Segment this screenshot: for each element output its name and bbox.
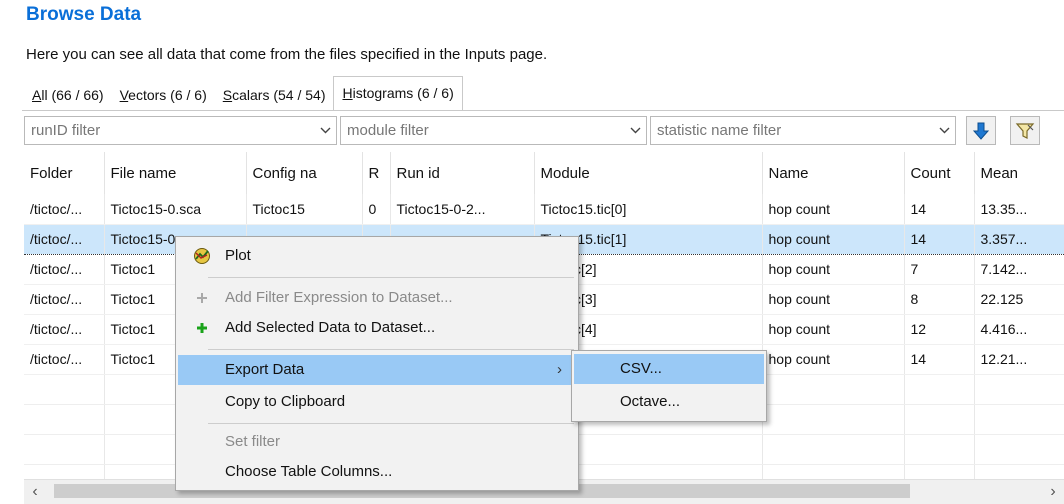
cell-config-name: Tictoc15 [246, 194, 363, 225]
column-header-mean[interactable]: Mean [974, 152, 1064, 194]
plot-icon [192, 241, 212, 271]
menu-item-label: Choose Table Columns... [225, 463, 393, 480]
plus-icon [192, 313, 212, 343]
cell-name: hop count [762, 314, 905, 345]
run-id-filter-input[interactable] [25, 117, 310, 144]
cell-folder: /tictoc/... [24, 314, 105, 345]
cell-count: 7 [904, 254, 975, 285]
cell-file-name: Tictoc15-0.sca [104, 194, 247, 225]
cell-folder: /tictoc/... [24, 254, 105, 285]
chevron-down-icon[interactable] [314, 117, 336, 144]
cell-count: 14 [904, 194, 975, 225]
menu-item-export-data[interactable]: Export Data › [178, 355, 576, 385]
menu-item-label: Export Data [225, 361, 305, 378]
cell-mean: 22.125 [974, 284, 1064, 315]
cell-count: 14 [904, 223, 975, 255]
cell-folder: /tictoc/... [24, 194, 105, 225]
tab-all[interactable]: All (66 / 66) [24, 80, 112, 110]
page-description: Here you can see all data that come from… [26, 46, 548, 63]
column-header-config-name[interactable]: Config na [246, 152, 363, 194]
cell-count: 14 [904, 344, 975, 375]
cell-folder: /tictoc/... [24, 223, 105, 255]
cell-folder: /tictoc/... [24, 284, 105, 315]
cell-name: hop count [762, 223, 905, 255]
cell-name: hop count [762, 194, 905, 225]
scroll-right-icon[interactable]: › [1042, 480, 1064, 504]
plus-icon [192, 283, 212, 313]
menu-item-add-selected-data[interactable]: Add Selected Data to Dataset... [178, 313, 576, 343]
tab-all-label: ll (66 / 66) [41, 87, 104, 103]
menu-item-plot[interactable]: Plot [178, 241, 576, 271]
menu-item-label: Octave... [620, 393, 681, 410]
menu-separator [208, 423, 574, 424]
menu-item-set-filter[interactable]: Set filter [178, 427, 576, 457]
chevron-right-icon: › [557, 361, 562, 378]
column-header-file-name[interactable]: File name [104, 152, 247, 194]
column-header-count[interactable]: Count [904, 152, 975, 194]
column-header-name[interactable]: Name [762, 152, 905, 194]
menu-item-label: CSV... [620, 360, 662, 377]
cell-name: hop count [762, 254, 905, 285]
export-submenu: CSV... Octave... [571, 350, 767, 422]
menu-item-label: Set filter [225, 433, 281, 450]
tab-bar: All (66 / 66) Vectors (6 / 6) Scalars (5… [24, 76, 463, 110]
cell-mean: 12.21... [974, 344, 1064, 375]
tab-vectors-label: ectors (6 / 6) [128, 87, 207, 103]
menu-item-label: Add Selected Data to Dataset... [225, 319, 436, 336]
cell-module: Tictoc15.tic[0] [534, 194, 763, 225]
tab-histograms-label: istograms (6 / 6) [352, 85, 454, 101]
advanced-filter-button[interactable] [1010, 116, 1040, 145]
module-filter-input[interactable] [341, 117, 620, 144]
cell-name: hop count [762, 344, 905, 375]
module-filter[interactable] [340, 116, 647, 145]
column-header-run-id[interactable]: Run id [390, 152, 535, 194]
cell-run-id: Tictoc15-0-2... [390, 194, 535, 225]
apply-filter-button[interactable] [966, 116, 996, 145]
cell-run-number: 0 [362, 194, 391, 225]
cell-mean: 7.142... [974, 254, 1064, 285]
arrow-down-icon [973, 122, 989, 140]
page-title: Browse Data [26, 4, 142, 25]
statistic-name-filter[interactable] [650, 116, 956, 145]
cell-mean: 13.35... [974, 194, 1064, 225]
column-header-folder[interactable]: Folder [24, 152, 105, 194]
menu-item-choose-table-columns[interactable]: Choose Table Columns... [178, 457, 576, 487]
menu-item-copy-to-clipboard[interactable]: Copy to Clipboard [178, 387, 576, 417]
table-header-row: Folder File name Config na R Run id Modu… [24, 152, 1064, 194]
tab-vectors[interactable]: Vectors (6 / 6) [112, 80, 215, 110]
tab-scalars-mnemonic: S [222, 87, 233, 103]
menu-item-label: Copy to Clipboard [225, 393, 346, 410]
cell-mean: 3.357... [974, 223, 1064, 255]
column-header-module[interactable]: Module [534, 152, 763, 194]
cell-name: hop count [762, 284, 905, 315]
tab-scalars-label: calars (54 / 54) [232, 87, 326, 103]
cell-mean: 4.416... [974, 314, 1064, 345]
menu-item-export-csv[interactable]: CSV... [574, 354, 764, 384]
context-menu: Plot Add Filter Expression to Dataset...… [175, 236, 579, 491]
menu-item-label: Plot [225, 247, 251, 264]
table-row[interactable]: /tictoc/... Tictoc15-0.sca Tictoc15 0 Ti… [24, 194, 1064, 225]
tab-histograms[interactable]: Histograms (6 / 6) [333, 76, 463, 110]
run-id-filter[interactable] [24, 116, 337, 145]
chevron-down-icon[interactable] [624, 117, 646, 144]
tab-vectors-mnemonic: V [119, 87, 129, 103]
cell-count: 8 [904, 284, 975, 315]
cell-folder: /tictoc/... [24, 344, 105, 375]
menu-separator [208, 349, 574, 350]
tab-scalars[interactable]: Scalars (54 / 54) [215, 80, 334, 110]
menu-item-label: Add Filter Expression to Dataset... [225, 289, 453, 306]
menu-item-add-filter-expression[interactable]: Add Filter Expression to Dataset... [178, 283, 576, 313]
column-header-run-number[interactable]: R [362, 152, 391, 194]
cell-count: 12 [904, 314, 975, 345]
menu-separator [208, 277, 574, 278]
chevron-down-icon[interactable] [933, 117, 955, 144]
statistic-name-filter-input[interactable] [651, 117, 929, 144]
tab-histograms-mnemonic: H [342, 85, 353, 101]
scroll-left-icon[interactable]: ‹ [24, 480, 46, 504]
funnel-icon [1015, 122, 1035, 139]
menu-item-export-octave[interactable]: Octave... [574, 387, 764, 417]
tab-all-mnemonic: A [32, 87, 42, 103]
tab-divider [22, 110, 1064, 111]
